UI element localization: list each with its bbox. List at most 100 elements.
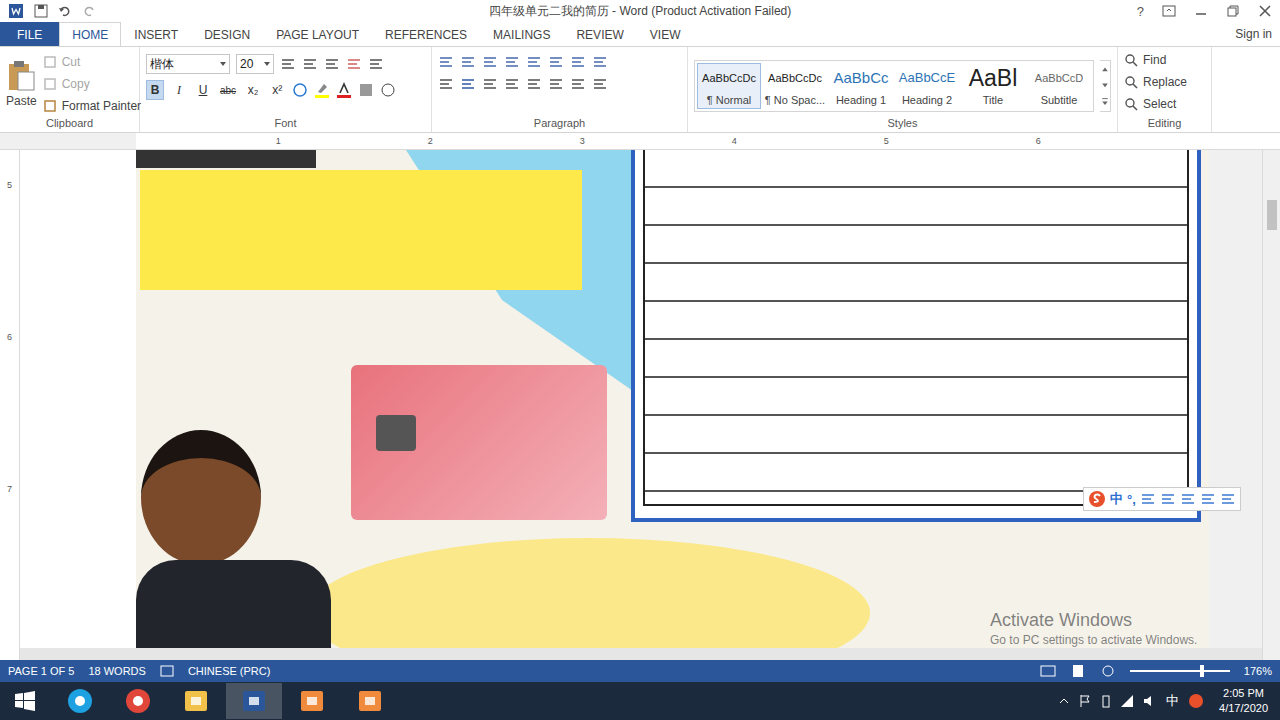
distributed-icon[interactable] bbox=[526, 76, 542, 92]
restore-icon[interactable] bbox=[1226, 4, 1240, 18]
word-count[interactable]: 18 WORDS bbox=[88, 665, 145, 677]
editing-item[interactable]: Select bbox=[1124, 94, 1205, 114]
network-icon[interactable] bbox=[1120, 694, 1134, 708]
flag-icon[interactable] bbox=[1078, 694, 1092, 708]
clipboard-item[interactable]: Cut bbox=[43, 52, 141, 72]
sort-icon[interactable] bbox=[570, 54, 586, 70]
shrink-font-icon[interactable] bbox=[302, 56, 318, 72]
align-left-icon[interactable] bbox=[438, 76, 454, 92]
close-icon[interactable] bbox=[1258, 4, 1272, 18]
taskbar-app[interactable] bbox=[284, 683, 340, 719]
ribbon-tab[interactable]: DESIGN bbox=[191, 22, 263, 46]
taskbar-app[interactable] bbox=[52, 683, 108, 719]
ribbon-display-icon[interactable] bbox=[1162, 4, 1176, 18]
sign-in-link[interactable]: Sign in bbox=[1235, 22, 1272, 46]
font-format-button[interactable]: abc bbox=[218, 80, 238, 100]
editing-item[interactable]: Replace bbox=[1124, 72, 1205, 92]
ribbon-tab[interactable]: FILE bbox=[0, 22, 59, 46]
volume-icon[interactable] bbox=[1143, 694, 1157, 708]
chinese-layout-icon[interactable] bbox=[548, 54, 564, 70]
align-center-icon[interactable] bbox=[460, 76, 476, 92]
numbering-icon[interactable] bbox=[460, 54, 476, 70]
keyboard-icon[interactable] bbox=[1180, 491, 1196, 507]
page-count[interactable]: PAGE 1 OF 5 bbox=[8, 665, 74, 677]
minimize-icon[interactable] bbox=[1194, 4, 1208, 18]
font-format-button[interactable]: x₂ bbox=[244, 80, 262, 100]
scroll-up-icon[interactable] bbox=[1100, 61, 1110, 78]
font-format-button[interactable]: x² bbox=[268, 80, 286, 100]
font-family-box[interactable]: 楷体 bbox=[146, 54, 230, 74]
paste-button[interactable]: Paste bbox=[6, 60, 37, 108]
scroll-down-icon[interactable] bbox=[1100, 77, 1110, 94]
battery-icon[interactable] bbox=[1101, 694, 1111, 708]
ribbon-tab[interactable]: PAGE LAYOUT bbox=[263, 22, 372, 46]
redo-icon[interactable] bbox=[82, 4, 96, 18]
line-spacing-icon[interactable] bbox=[548, 76, 564, 92]
font-format-button[interactable]: U bbox=[194, 80, 212, 100]
ime-mode[interactable]: 中 bbox=[1110, 490, 1123, 508]
style-item[interactable]: AaBbCc Heading 1 bbox=[829, 63, 893, 109]
taskbar-app[interactable] bbox=[110, 683, 166, 719]
tab-selector[interactable] bbox=[0, 133, 19, 149]
ime-toolbar[interactable]: 中 °, bbox=[1083, 487, 1241, 511]
borders-icon[interactable] bbox=[592, 76, 608, 92]
language[interactable]: CHINESE (PRC) bbox=[188, 665, 271, 677]
decrease-indent-icon[interactable] bbox=[504, 54, 520, 70]
gallery-scroll[interactable] bbox=[1100, 60, 1111, 112]
multilevel-icon[interactable] bbox=[482, 54, 498, 70]
increase-indent-icon[interactable] bbox=[526, 54, 542, 70]
save-icon[interactable] bbox=[34, 4, 48, 18]
style-item[interactable]: AaBbCcDc ¶ No Spac... bbox=[763, 63, 827, 109]
ribbon-tab[interactable]: REVIEW bbox=[563, 22, 636, 46]
shading-icon[interactable] bbox=[570, 76, 586, 92]
style-item[interactable]: AaBbCcD Subtitle bbox=[1027, 63, 1091, 109]
clipboard-item[interactable]: Copy bbox=[43, 74, 141, 94]
document-canvas[interactable] bbox=[20, 150, 1262, 660]
editing-item[interactable]: Find bbox=[1124, 50, 1205, 70]
align-right-icon[interactable] bbox=[482, 76, 498, 92]
help-button[interactable]: ? bbox=[1137, 4, 1144, 19]
read-mode-icon[interactable] bbox=[1040, 664, 1056, 678]
ribbon-tab[interactable]: MAILINGS bbox=[480, 22, 563, 46]
sogou-tray-icon[interactable] bbox=[1188, 693, 1204, 709]
font-format-button[interactable]: B bbox=[146, 80, 164, 100]
clear-format-icon[interactable] bbox=[346, 56, 362, 72]
vertical-scrollbar[interactable] bbox=[1262, 150, 1280, 660]
clipboard-item[interactable]: Format Painter bbox=[43, 96, 141, 116]
ime-punctuation[interactable]: °, bbox=[1127, 492, 1136, 507]
grow-font-icon[interactable] bbox=[280, 56, 296, 72]
undo-icon[interactable] bbox=[58, 4, 72, 18]
ribbon-tab[interactable]: REFERENCES bbox=[372, 22, 480, 46]
voice-icon[interactable] bbox=[1160, 491, 1176, 507]
taskbar-app[interactable] bbox=[342, 683, 398, 719]
font-color-icon[interactable] bbox=[336, 82, 352, 98]
clock[interactable]: 2:05 PM 4/17/2020 bbox=[1213, 686, 1274, 716]
change-case-icon[interactable] bbox=[324, 56, 340, 72]
style-item[interactable]: AaBbCcE Heading 2 bbox=[895, 63, 959, 109]
font-format-button[interactable]: I bbox=[170, 80, 188, 100]
ribbon-tab[interactable]: INSERT bbox=[121, 22, 191, 46]
proofing-icon[interactable] bbox=[160, 664, 174, 678]
phonetic-icon[interactable] bbox=[368, 56, 384, 72]
justify-icon[interactable] bbox=[504, 76, 520, 92]
more-styles-icon[interactable] bbox=[1100, 94, 1110, 111]
char-shading-icon[interactable] bbox=[358, 82, 374, 98]
highlight-icon[interactable] bbox=[314, 82, 330, 98]
scanned-page-picture[interactable] bbox=[136, 150, 1209, 648]
print-layout-icon[interactable] bbox=[1070, 664, 1086, 678]
ruler-scale[interactable]: 123456 bbox=[136, 133, 1280, 149]
show-marks-icon[interactable] bbox=[592, 54, 608, 70]
zoom-level[interactable]: 176% bbox=[1244, 665, 1272, 677]
skin-icon[interactable] bbox=[1200, 491, 1216, 507]
taskbar-app[interactable] bbox=[226, 683, 282, 719]
enclose-char-icon[interactable] bbox=[380, 82, 396, 98]
style-item[interactable]: AaBl Title bbox=[961, 63, 1025, 109]
text-effects-icon[interactable] bbox=[292, 82, 308, 98]
bullets-icon[interactable] bbox=[438, 54, 454, 70]
ribbon-tab[interactable]: VIEW bbox=[637, 22, 694, 46]
style-item[interactable]: AaBbCcDc ¶ Normal bbox=[697, 63, 761, 109]
tray-arrow-icon[interactable] bbox=[1059, 696, 1069, 706]
tools-icon[interactable] bbox=[1220, 491, 1236, 507]
emoji-icon[interactable] bbox=[1140, 491, 1156, 507]
windows-start-icon[interactable] bbox=[14, 690, 36, 712]
